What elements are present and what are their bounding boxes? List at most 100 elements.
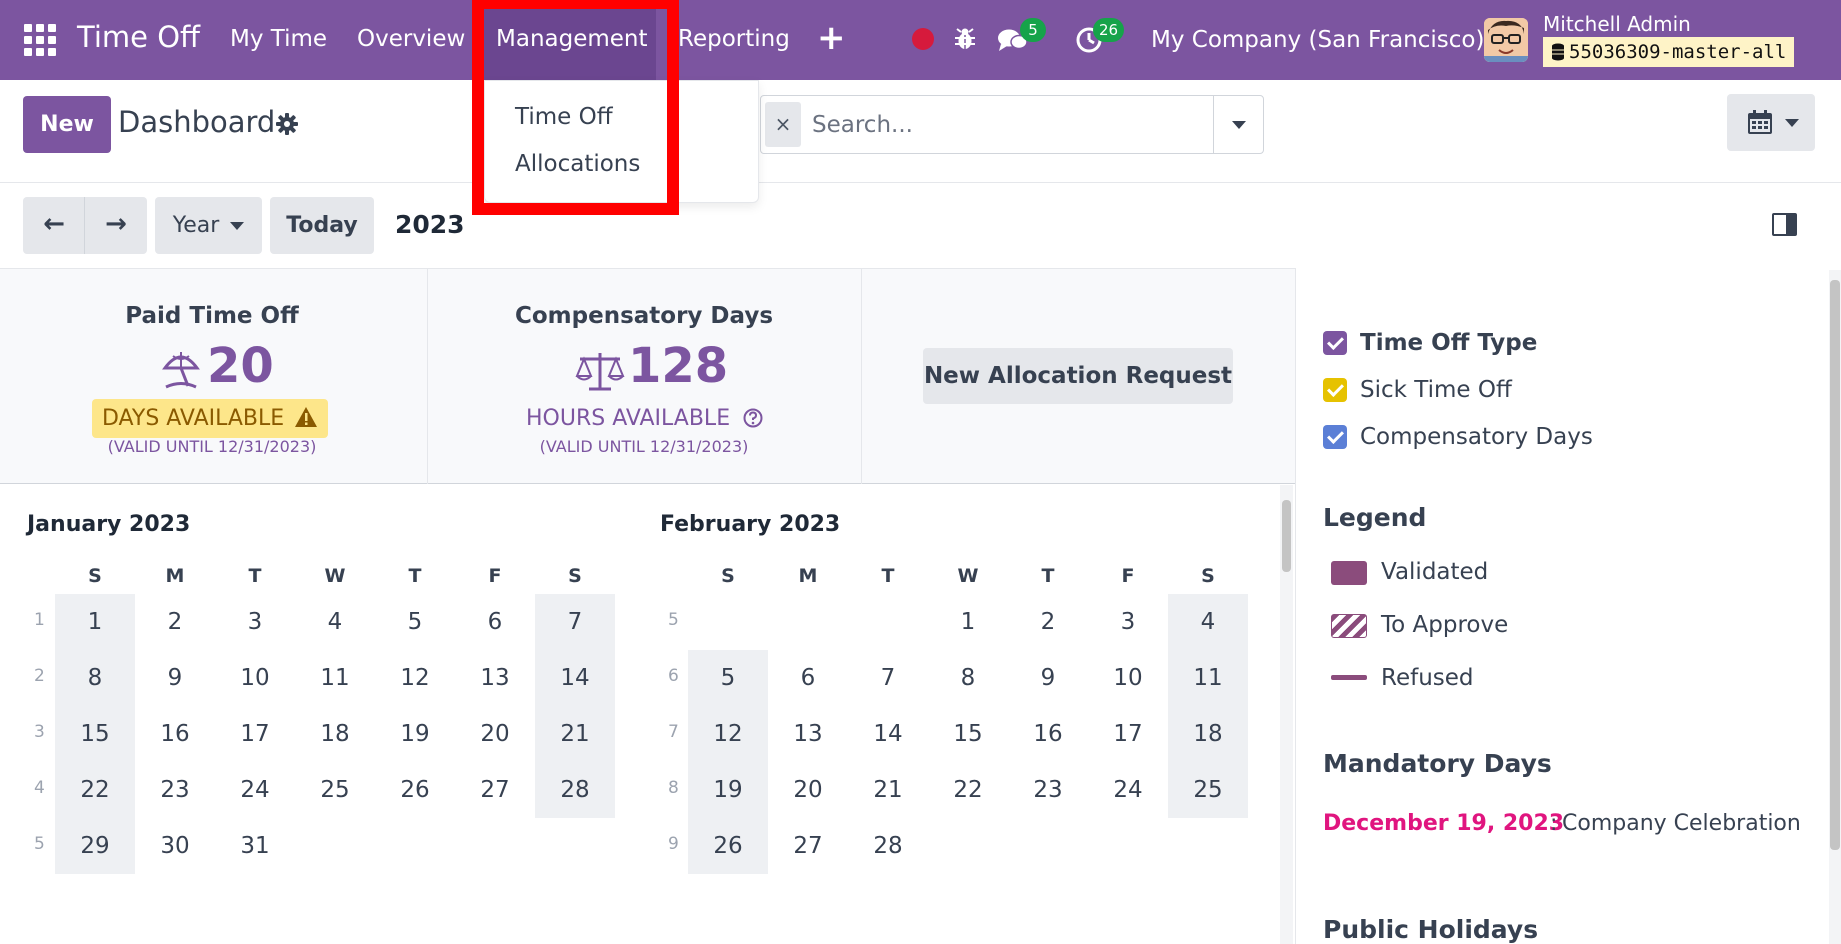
calendar-day[interactable]: 9: [1008, 650, 1088, 706]
filter-checkbox-sick-time-off[interactable]: [1323, 378, 1347, 402]
calendar-day[interactable]: 14: [848, 706, 928, 762]
calendar-view-button[interactable]: [1727, 94, 1815, 151]
calendar-day[interactable]: 8: [928, 650, 1008, 706]
filter-checkbox-compensatory-days[interactable]: [1323, 425, 1347, 449]
calendar-day[interactable]: 17: [1088, 706, 1168, 762]
next-button[interactable]: →: [85, 197, 147, 254]
new-button[interactable]: New: [23, 96, 111, 153]
calendar-day[interactable]: 7: [848, 650, 928, 706]
calendar-day[interactable]: 16: [135, 706, 215, 762]
calendar-day[interactable]: 27: [768, 818, 848, 874]
menu-reporting[interactable]: Reporting: [678, 26, 790, 52]
calendar-day[interactable]: 13: [768, 706, 848, 762]
calendar-day[interactable]: 11: [295, 650, 375, 706]
calendar-day[interactable]: 1: [55, 594, 135, 650]
calendar-day[interactable]: 5: [688, 650, 768, 706]
filter-label-time-off-type[interactable]: Time Off Type: [1360, 330, 1537, 356]
calendar-day[interactable]: 23: [1008, 762, 1088, 818]
filter-label-sick-time-off[interactable]: Sick Time Off: [1360, 377, 1512, 403]
calendar-day[interactable]: 10: [215, 650, 295, 706]
bug-icon[interactable]: [953, 26, 977, 52]
side-panel-toggle-icon[interactable]: [1772, 213, 1797, 236]
calendar-day[interactable]: 5: [375, 594, 455, 650]
gear-icon[interactable]: [275, 112, 299, 136]
calendar-day[interactable]: 9: [135, 650, 215, 706]
plus-icon[interactable]: +: [817, 18, 846, 58]
calendar-day[interactable]: 12: [375, 650, 455, 706]
calendar-day[interactable]: 19: [375, 706, 455, 762]
new-allocation-request-button[interactable]: New Allocation Request: [923, 348, 1233, 404]
calendar-day[interactable]: 6: [768, 650, 848, 706]
calendar-day[interactable]: 20: [768, 762, 848, 818]
calendar-day[interactable]: 21: [848, 762, 928, 818]
calendar-day[interactable]: 24: [1088, 762, 1168, 818]
menu-management[interactable]: Management: [496, 26, 648, 52]
help-icon[interactable]: [743, 408, 763, 428]
calendar-day[interactable]: 18: [295, 706, 375, 762]
record-icon[interactable]: [912, 28, 934, 50]
calendar-day[interactable]: 31: [215, 818, 295, 874]
search-options-toggle[interactable]: [1213, 96, 1263, 153]
filter-label-compensatory-days[interactable]: Compensatory Days: [1360, 424, 1593, 450]
calendar-day[interactable]: 26: [688, 818, 768, 874]
dropdown-item-allocations[interactable]: Allocations: [515, 151, 640, 177]
calendar-day[interactable]: 25: [1168, 762, 1248, 818]
dropdown-item-time-off[interactable]: Time Off: [515, 104, 613, 130]
calendar-day[interactable]: 2: [1008, 594, 1088, 650]
apps-menu-icon[interactable]: [24, 24, 56, 56]
calendar-day[interactable]: 21: [535, 706, 615, 762]
user-avatar[interactable]: [1484, 18, 1528, 62]
calendar-day[interactable]: 23: [135, 762, 215, 818]
side-panel-scrollbar-thumb[interactable]: [1830, 280, 1840, 850]
calendar-day[interactable]: 20: [455, 706, 535, 762]
scale-dropdown[interactable]: Year: [155, 197, 262, 254]
calendar-day[interactable]: 3: [215, 594, 295, 650]
calendar-day[interactable]: 1: [928, 594, 1008, 650]
calendar-day[interactable]: 10: [1088, 650, 1168, 706]
filter-checkbox-time-off-type[interactable]: [1323, 331, 1347, 355]
calendar-day[interactable]: 16: [1008, 706, 1088, 762]
paid-valid-until: (VALID UNTIL 12/31/2023): [107, 437, 317, 456]
calendar-day[interactable]: 15: [928, 706, 1008, 762]
calendar-day[interactable]: 30: [135, 818, 215, 874]
calendar-day[interactable]: 7: [535, 594, 615, 650]
chevron-down-icon: [1232, 121, 1246, 129]
calendar-day[interactable]: 17: [215, 706, 295, 762]
calendar-day[interactable]: 18: [1168, 706, 1248, 762]
calendar-day[interactable]: 8: [55, 650, 135, 706]
calendar-day[interactable]: 22: [928, 762, 1008, 818]
today-button[interactable]: Today: [270, 197, 374, 254]
search-clear-icon[interactable]: ×: [765, 102, 801, 147]
calendar-day[interactable]: 27: [455, 762, 535, 818]
calendar-day[interactable]: 25: [295, 762, 375, 818]
calendar-day[interactable]: 6: [455, 594, 535, 650]
calendar-day[interactable]: 3: [1088, 594, 1168, 650]
calendar-day[interactable]: 4: [1168, 594, 1248, 650]
calendar-day[interactable]: 11: [1168, 650, 1248, 706]
calendar-day[interactable]: 28: [848, 818, 928, 874]
calendar-day[interactable]: 12: [688, 706, 768, 762]
calendar-day[interactable]: 24: [215, 762, 295, 818]
compensatory-days-title: Compensatory Days: [514, 303, 774, 329]
menu-my-time[interactable]: My Time: [230, 26, 327, 52]
calendar-day[interactable]: 4: [295, 594, 375, 650]
calendar-day[interactable]: 29: [55, 818, 135, 874]
calendar-scrollbar-thumb[interactable]: [1282, 500, 1291, 572]
previous-button[interactable]: ←: [23, 197, 85, 254]
calendar-day[interactable]: 22: [55, 762, 135, 818]
calendar-day[interactable]: 19: [688, 762, 768, 818]
menu-overview[interactable]: Overview: [357, 26, 465, 52]
calendar-day[interactable]: 13: [455, 650, 535, 706]
calendar-day[interactable]: 15: [55, 706, 135, 762]
mandatory-days-title: Mandatory Days: [1323, 749, 1552, 778]
calendar-day[interactable]: 14: [535, 650, 615, 706]
calendar-day[interactable]: 2: [135, 594, 215, 650]
company-switcher[interactable]: My Company (San Francisco): [1151, 27, 1484, 53]
app-title[interactable]: Time Off: [77, 20, 200, 54]
user-name[interactable]: Mitchell Admin: [1543, 12, 1691, 36]
weekday-header: T: [248, 565, 262, 587]
search-input[interactable]: [812, 106, 1202, 144]
calendar-day[interactable]: 28: [535, 762, 615, 818]
calendar-day[interactable]: 26: [375, 762, 455, 818]
weekday-header: T: [408, 565, 422, 587]
